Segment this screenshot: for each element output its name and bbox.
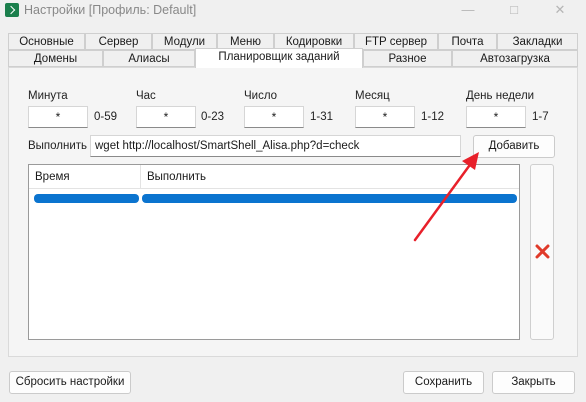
tab-misc[interactable]: Разное — [363, 50, 452, 67]
tab-autostart[interactable]: Автозагрузка — [452, 50, 578, 67]
tab-scheduler[interactable]: Планировщик заданий — [195, 48, 363, 68]
maximize-button[interactable]: □ — [492, 0, 536, 22]
close-window-button[interactable]: ✕ — [538, 0, 582, 22]
hour-label: Час — [136, 90, 156, 102]
tab-aliases[interactable]: Алиасы — [103, 50, 195, 67]
reset-settings-button[interactable]: Сбросить настройки — [9, 371, 131, 394]
tab-bookmarks[interactable]: Закладки — [497, 33, 578, 50]
day-label: Число — [244, 90, 278, 102]
task-table[interactable]: Время Выполнить — [28, 164, 520, 340]
column-header-command[interactable]: Выполнить — [141, 165, 519, 189]
hour-field[interactable]: * — [136, 106, 196, 128]
add-button[interactable]: Добавить — [473, 135, 555, 158]
selected-row-command[interactable] — [142, 194, 517, 203]
weekday-range: 1-7 — [532, 111, 549, 123]
tab-osnovnye[interactable]: Основные — [8, 33, 85, 50]
tab-ftp-server[interactable]: FTP сервер — [354, 33, 438, 50]
weekday-field[interactable]: * — [466, 106, 526, 128]
side-actions-panel — [530, 164, 554, 340]
command-label: Выполнить — [28, 140, 88, 152]
selected-row-time[interactable] — [34, 194, 139, 203]
tab-server[interactable]: Сервер — [85, 33, 152, 50]
app-icon — [5, 3, 19, 17]
save-button[interactable]: Сохранить — [403, 371, 484, 394]
delete-x-icon[interactable] — [535, 244, 550, 259]
month-label: Месяц — [355, 90, 390, 102]
day-range: 1-31 — [310, 111, 334, 123]
minute-field[interactable]: * — [28, 106, 88, 128]
close-button[interactable]: Закрыть — [492, 371, 575, 394]
column-header-time[interactable]: Время — [29, 165, 141, 189]
month-field[interactable]: * — [355, 106, 415, 128]
tab-mail[interactable]: Почта — [438, 33, 497, 50]
minute-label: Минута — [28, 90, 68, 102]
month-range: 1-12 — [421, 111, 445, 123]
day-field[interactable]: * — [244, 106, 304, 128]
weekday-label: День недели — [466, 90, 535, 102]
minimize-button[interactable]: — — [446, 0, 490, 22]
minute-range: 0-59 — [94, 111, 118, 123]
tab-domains[interactable]: Домены — [8, 50, 103, 67]
window-title: Настройки [Профиль: Default] — [24, 3, 197, 17]
hour-range: 0-23 — [201, 111, 225, 123]
command-input[interactable]: wget http://localhost/SmartShell_Alisa.p… — [90, 135, 461, 157]
